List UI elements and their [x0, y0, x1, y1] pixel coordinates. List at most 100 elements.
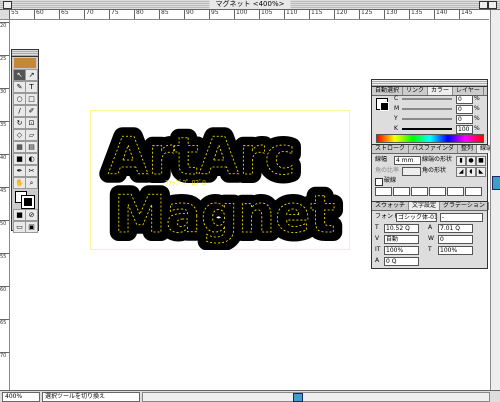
join-bevel-button[interactable]: ◣: [476, 167, 486, 177]
shear-tool-icon[interactable]: ▱: [25, 129, 38, 141]
graph-tool-icon[interactable]: ▤: [25, 141, 38, 153]
unit-label: %: [474, 105, 480, 112]
baseline-shift-field[interactable]: 0 Q: [384, 257, 419, 266]
channel-c-value[interactable]: 0: [456, 95, 473, 104]
horizontal-scale-field[interactable]: 100%: [438, 246, 473, 255]
ruler-tick: 115: [309, 10, 322, 19]
ruler-tick: 50: [0, 220, 9, 227]
dash-field-3[interactable]: [447, 187, 464, 196]
color-panel-titlebar[interactable]: [372, 80, 487, 87]
zoom-box[interactable]: [479, 1, 488, 9]
leading-icon: A: [428, 224, 433, 231]
close-box[interactable]: [3, 1, 12, 9]
status-bar: 400% 選択ツールを切り換え: [0, 390, 500, 402]
join-label: 角の形状: [422, 167, 447, 174]
gap-field-2[interactable]: [429, 187, 446, 196]
font-size-field[interactable]: 10.52 Q: [384, 224, 419, 233]
channel-c-label: C: [394, 95, 399, 102]
leading-field[interactable]: 7.01 Q: [438, 224, 473, 233]
ruler-tick: 45: [0, 187, 9, 194]
ruler-tick: 130: [384, 10, 397, 19]
channel-m-value[interactable]: 0: [456, 105, 473, 114]
ruler-tick: 120: [334, 10, 347, 19]
channel-y-slider[interactable]: [402, 118, 452, 120]
stroke-swatch[interactable]: [21, 195, 35, 209]
color-stroke-indicator[interactable]: [380, 102, 389, 111]
tab-gradient[interactable]: グラデーション: [440, 202, 489, 210]
vertical-scale-icon: IT: [375, 246, 381, 253]
gap-field-1[interactable]: [393, 187, 410, 196]
toolbox-titlebar[interactable]: [12, 50, 38, 57]
tab-pathfinder[interactable]: パスファインダ: [409, 145, 459, 153]
vertical-scale-field[interactable]: 100%: [384, 246, 419, 255]
toolbox-palette[interactable]: ↖ ↗ ✎ T ○ □ / ✐ ↻ ⊡ ◇ ▱ ▦ ▤ ■ ◐ ✒ ✂ ✋ ⌕ …: [11, 49, 39, 233]
dash-field-1[interactable]: [375, 187, 392, 196]
ruler-tick: 65: [59, 10, 69, 19]
dash-checkbox[interactable]: [375, 178, 383, 186]
tab-align[interactable]: 整列: [458, 145, 478, 153]
window-title: マグネット <400%>: [209, 0, 291, 9]
direct-selection-tool-icon[interactable]: ↗: [25, 69, 38, 81]
collapse-box[interactable]: [488, 1, 497, 9]
fullscreen-mode-icon[interactable]: ▣: [25, 221, 38, 233]
mesh-tool-icon[interactable]: ◐: [25, 153, 38, 165]
gap-field-3[interactable]: [465, 187, 482, 196]
font-style-field[interactable]: -: [440, 213, 483, 222]
cap-square-button[interactable]: ■: [476, 156, 486, 166]
type-tool-icon[interactable]: T: [25, 81, 38, 93]
ruler-tick: 125: [359, 10, 372, 19]
pencil-tool-icon[interactable]: ✐: [25, 105, 38, 117]
window-titlebar[interactable]: マグネット <400%>: [0, 0, 500, 10]
artwork-line1[interactable]: ArtArc: [108, 127, 296, 188]
app-logo-icon[interactable]: [14, 58, 36, 68]
tab-swatches[interactable]: スウォッチ: [372, 202, 410, 210]
artwork-line2[interactable]: Magnet: [114, 185, 336, 246]
font-family-field[interactable]: ゴシック体-01: [396, 213, 437, 222]
ruler-tick: 70: [0, 352, 9, 359]
tab-color[interactable]: カラー: [428, 87, 454, 95]
channel-k-slider[interactable]: [402, 128, 452, 130]
tab-auto-select[interactable]: 自動選択: [372, 87, 404, 95]
ruler-tick: 85: [159, 10, 169, 19]
channel-c-slider[interactable]: [402, 98, 452, 100]
cap-butt-button[interactable]: ▮: [456, 156, 466, 166]
stroke-panel[interactable]: ストローク パスファインダ 整列 線端 線幅 4 mm 線端の形状 ▮ ● ■ …: [371, 144, 497, 202]
rectangle-tool-icon[interactable]: □: [25, 93, 38, 105]
ruler-tick: 75: [109, 10, 119, 19]
horizontal-ruler: 55 60 65 70 75 80 85 90 95 100 105 110 1…: [9, 10, 489, 20]
tab-stroke[interactable]: ストローク: [372, 145, 410, 153]
tab-links[interactable]: リンク: [403, 87, 429, 95]
color-spectrum-bar[interactable]: [376, 134, 484, 143]
zoom-tool-icon[interactable]: ⌕: [25, 177, 38, 189]
ruler-tick: 145: [459, 10, 472, 19]
artwork-caption[interactable]: ﾌｧｯﾌﾞﾌﾟ ﾛﾌﾞﾛ: [165, 179, 206, 187]
dash-label: 破線: [384, 177, 397, 184]
cap-round-button[interactable]: ●: [466, 156, 476, 166]
vertical-scrollbar[interactable]: [490, 10, 500, 390]
vertical-scroll-thumb[interactable]: [492, 176, 500, 190]
font-size-icon: T: [375, 224, 379, 231]
join-miter-button[interactable]: ◢: [456, 167, 466, 177]
channel-y-value[interactable]: 0: [456, 115, 473, 124]
channel-m-slider[interactable]: [402, 108, 452, 110]
ruler-tick: 60: [34, 10, 44, 19]
scissors-tool-icon[interactable]: ✂: [25, 165, 38, 177]
tracking-field[interactable]: 0: [438, 235, 473, 244]
ruler-tick: 95: [209, 10, 219, 19]
none-mode-icon[interactable]: ⊘: [25, 209, 38, 221]
unit-label: %: [474, 115, 480, 122]
character-panel[interactable]: スウォッチ 文字設定 グラデーション フォント ゴシック体-01 - T 10.…: [371, 201, 489, 269]
ruler-tick: 70: [84, 10, 94, 19]
stroke-weight-field[interactable]: 4 mm: [394, 156, 421, 165]
scale-tool-icon[interactable]: ⊡: [25, 117, 38, 129]
dash-field-2[interactable]: [411, 187, 428, 196]
color-panel[interactable]: 自動選択 リンク カラー レイヤー C 0 % M 0 % Y 0 % K 10…: [371, 79, 488, 145]
kerning-field[interactable]: 自動: [384, 235, 419, 244]
ruler-tick: 100: [234, 10, 247, 19]
channel-k-value[interactable]: 100: [456, 125, 473, 134]
tab-character[interactable]: 文字設定: [409, 202, 441, 210]
join-round-button[interactable]: ◖: [466, 167, 476, 177]
miter-field[interactable]: [402, 167, 421, 176]
artwork-group[interactable]: ArtArc ArtArc Magnet Magnet ﾌｧｯﾌﾞﾌﾟ ﾛﾌﾞﾛ: [90, 110, 350, 250]
fill-stroke-swatch[interactable]: [14, 191, 36, 209]
